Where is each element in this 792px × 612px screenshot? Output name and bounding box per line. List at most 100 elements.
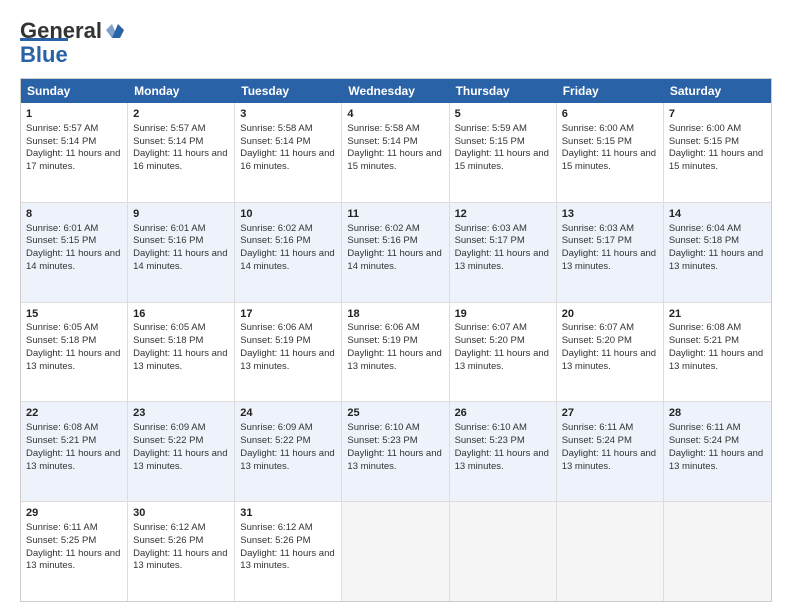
cal-cell: 24Sunrise: 6:09 AMSunset: 5:22 PMDayligh…	[235, 402, 342, 501]
cal-cell	[664, 502, 771, 601]
sunrise: Sunrise: 6:06 AM	[240, 322, 312, 333]
sunrise: Sunrise: 6:12 AM	[133, 522, 205, 533]
daylight: Daylight: 11 hours and 13 minutes.	[455, 248, 549, 272]
daylight: Daylight: 11 hours and 14 minutes.	[133, 248, 227, 272]
daylight: Daylight: 11 hours and 13 minutes.	[26, 448, 120, 472]
day-number: 16	[133, 307, 229, 322]
day-number: 30	[133, 506, 229, 521]
header: General Blue	[20, 18, 772, 68]
sunrise: Sunrise: 6:02 AM	[240, 223, 312, 234]
sunrise: Sunrise: 5:57 AM	[133, 123, 205, 134]
calendar-row-1: 1Sunrise: 5:57 AMSunset: 5:14 PMDaylight…	[21, 103, 771, 202]
sunset: Sunset: 5:15 PM	[26, 235, 96, 246]
cal-cell: 31Sunrise: 6:12 AMSunset: 5:26 PMDayligh…	[235, 502, 342, 601]
cal-cell: 22Sunrise: 6:08 AMSunset: 5:21 PMDayligh…	[21, 402, 128, 501]
day-number: 11	[347, 207, 443, 222]
sunset: Sunset: 5:16 PM	[133, 235, 203, 246]
daylight: Daylight: 11 hours and 13 minutes.	[455, 348, 549, 372]
day-header-sunday: Sunday	[21, 79, 128, 103]
day-number: 26	[455, 406, 551, 421]
sunset: Sunset: 5:14 PM	[26, 136, 96, 147]
daylight: Daylight: 11 hours and 15 minutes.	[562, 148, 656, 172]
day-number: 9	[133, 207, 229, 222]
calendar-row-3: 15Sunrise: 6:05 AMSunset: 5:18 PMDayligh…	[21, 302, 771, 402]
cal-cell: 18Sunrise: 6:06 AMSunset: 5:19 PMDayligh…	[342, 303, 449, 402]
logo: General Blue	[20, 18, 126, 68]
cal-cell: 10Sunrise: 6:02 AMSunset: 5:16 PMDayligh…	[235, 203, 342, 302]
day-number: 12	[455, 207, 551, 222]
sunrise: Sunrise: 5:58 AM	[240, 123, 312, 134]
sunrise: Sunrise: 6:03 AM	[455, 223, 527, 234]
daylight: Daylight: 11 hours and 13 minutes.	[455, 448, 549, 472]
day-header-saturday: Saturday	[664, 79, 771, 103]
cal-cell: 21Sunrise: 6:08 AMSunset: 5:21 PMDayligh…	[664, 303, 771, 402]
day-number: 1	[26, 107, 122, 122]
sunset: Sunset: 5:18 PM	[669, 235, 739, 246]
calendar-body: 1Sunrise: 5:57 AMSunset: 5:14 PMDaylight…	[21, 103, 771, 601]
sunrise: Sunrise: 6:05 AM	[133, 322, 205, 333]
sunrise: Sunrise: 6:11 AM	[26, 522, 98, 533]
sunrise: Sunrise: 6:03 AM	[562, 223, 634, 234]
cal-cell: 4Sunrise: 5:58 AMSunset: 5:14 PMDaylight…	[342, 103, 449, 202]
sunset: Sunset: 5:19 PM	[240, 335, 310, 346]
daylight: Daylight: 11 hours and 13 minutes.	[562, 348, 656, 372]
sunset: Sunset: 5:21 PM	[26, 435, 96, 446]
day-number: 25	[347, 406, 443, 421]
cal-cell	[342, 502, 449, 601]
day-number: 21	[669, 307, 766, 322]
daylight: Daylight: 11 hours and 17 minutes.	[26, 148, 120, 172]
sunset: Sunset: 5:20 PM	[562, 335, 632, 346]
sunset: Sunset: 5:24 PM	[562, 435, 632, 446]
cal-cell: 28Sunrise: 6:11 AMSunset: 5:24 PMDayligh…	[664, 402, 771, 501]
daylight: Daylight: 11 hours and 14 minutes.	[26, 248, 120, 272]
day-number: 13	[562, 207, 658, 222]
daylight: Daylight: 11 hours and 16 minutes.	[240, 148, 334, 172]
sunset: Sunset: 5:14 PM	[347, 136, 417, 147]
day-number: 18	[347, 307, 443, 322]
sunset: Sunset: 5:22 PM	[240, 435, 310, 446]
day-number: 3	[240, 107, 336, 122]
cal-cell: 20Sunrise: 6:07 AMSunset: 5:20 PMDayligh…	[557, 303, 664, 402]
daylight: Daylight: 11 hours and 13 minutes.	[133, 448, 227, 472]
sunset: Sunset: 5:17 PM	[455, 235, 525, 246]
cal-cell: 29Sunrise: 6:11 AMSunset: 5:25 PMDayligh…	[21, 502, 128, 601]
cal-cell: 15Sunrise: 6:05 AMSunset: 5:18 PMDayligh…	[21, 303, 128, 402]
sunset: Sunset: 5:15 PM	[669, 136, 739, 147]
day-number: 27	[562, 406, 658, 421]
sunset: Sunset: 5:23 PM	[455, 435, 525, 446]
cal-cell: 12Sunrise: 6:03 AMSunset: 5:17 PM Dayligh…	[450, 203, 557, 302]
calendar-header: SundayMondayTuesdayWednesdayThursdayFrid…	[21, 79, 771, 103]
sunrise: Sunrise: 5:59 AM	[455, 123, 527, 134]
sunset: Sunset: 5:18 PM	[133, 335, 203, 346]
day-number: 29	[26, 506, 122, 521]
cal-cell	[557, 502, 664, 601]
cal-cell: 2Sunrise: 5:57 AMSunset: 5:14 PMDaylight…	[128, 103, 235, 202]
sunset: Sunset: 5:17 PM	[562, 235, 632, 246]
day-number: 17	[240, 307, 336, 322]
sunrise: Sunrise: 6:04 AM	[669, 223, 741, 234]
sunset: Sunset: 5:22 PM	[133, 435, 203, 446]
daylight: Daylight: 11 hours and 15 minutes.	[669, 148, 763, 172]
sunrise: Sunrise: 6:09 AM	[240, 422, 312, 433]
sunset: Sunset: 5:14 PM	[240, 136, 310, 147]
sunrise: Sunrise: 6:10 AM	[455, 422, 527, 433]
daylight: Daylight: 11 hours and 13 minutes.	[669, 448, 763, 472]
sunrise: Sunrise: 6:00 AM	[669, 123, 741, 134]
daylight: Daylight: 11 hours and 13 minutes.	[669, 348, 763, 372]
day-number: 19	[455, 307, 551, 322]
day-header-friday: Friday	[557, 79, 664, 103]
logo-blue: Blue	[20, 38, 68, 68]
page: General Blue SundayMondayTuesdayWednesda…	[0, 0, 792, 612]
day-header-tuesday: Tuesday	[235, 79, 342, 103]
cal-cell: 5Sunrise: 5:59 AMSunset: 5:15 PMDaylight…	[450, 103, 557, 202]
daylight: Daylight: 11 hours and 16 minutes.	[133, 148, 227, 172]
sunset: Sunset: 5:26 PM	[240, 535, 310, 546]
sunset: Sunset: 5:20 PM	[455, 335, 525, 346]
sunrise: Sunrise: 6:06 AM	[347, 322, 419, 333]
day-number: 4	[347, 107, 443, 122]
daylight: Daylight: 11 hours and 13 minutes.	[562, 248, 656, 272]
sunset: Sunset: 5:19 PM	[347, 335, 417, 346]
sunrise: Sunrise: 6:11 AM	[669, 422, 741, 433]
daylight: Daylight: 11 hours and 13 minutes.	[240, 548, 334, 572]
daylight: Daylight: 11 hours and 13 minutes.	[240, 448, 334, 472]
